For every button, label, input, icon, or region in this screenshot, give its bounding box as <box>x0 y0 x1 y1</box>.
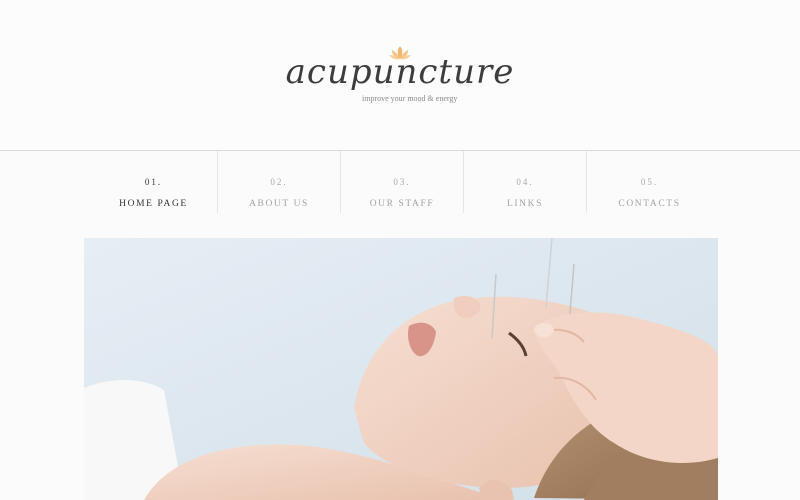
nav-label: ABOUT US <box>249 199 309 209</box>
nav-number: 05. <box>640 177 659 187</box>
logo-name: acupuncture <box>285 52 515 92</box>
nav-number: 03. <box>393 177 411 187</box>
nav-number: 02. <box>270 177 288 187</box>
nav-label: HOME PAGE <box>119 199 188 209</box>
nav-item-about-us[interactable]: 02. ABOUT US <box>217 151 340 213</box>
site-header: acupuncture improve your mood & energy <box>0 0 800 150</box>
nav-number: 01. <box>144 177 163 187</box>
nav-label: OUR STAFF <box>369 199 435 209</box>
site-logo[interactable]: acupuncture improve your mood & energy <box>0 0 800 150</box>
nav-item-contacts[interactable]: 05. CONTACTS <box>586 151 712 213</box>
nav-number: 04. <box>516 177 534 187</box>
logo-tagline: improve your mood & energy <box>362 94 458 103</box>
nav-item-our-staff[interactable]: 03. OUR STAFF <box>340 151 463 213</box>
acupuncture-photo-icon <box>84 238 718 500</box>
nav-label: CONTACTS <box>618 199 681 209</box>
nav-item-home-page[interactable]: 01. HOME PAGE <box>90 151 217 213</box>
nav-label: LINKS <box>507 199 543 209</box>
main-nav: 01. HOME PAGE 02. ABOUT US 03. OUR STAFF… <box>0 150 800 213</box>
nav-item-links[interactable]: 04. LINKS <box>463 151 586 213</box>
hero-image <box>84 238 718 500</box>
